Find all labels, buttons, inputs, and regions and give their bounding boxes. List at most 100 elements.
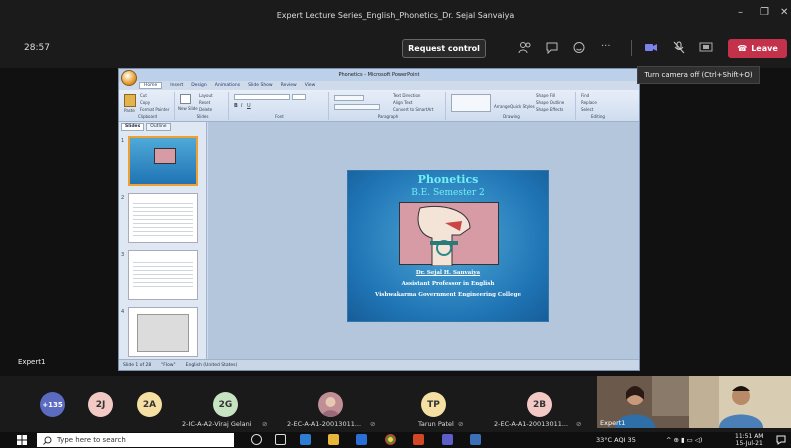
camera-icon[interactable] — [644, 42, 658, 53]
share-screen-icon[interactable] — [699, 42, 713, 53]
ribbon-group-slides: New Slide Layout Reset Delete Slides — [177, 92, 229, 120]
group-label-slides: Slides — [196, 114, 209, 119]
font-size-box[interactable] — [292, 94, 306, 100]
video-tile-participant[interactable] — [689, 376, 791, 428]
find-button[interactable]: Find — [581, 93, 589, 98]
system-tray-icons[interactable]: ^ ⊕ ▮ ▭ ◁) — [666, 436, 702, 444]
search-icon — [43, 436, 52, 445]
shape-effects-button[interactable]: Shape Effects — [536, 107, 563, 112]
more-participants-badge[interactable]: +135 — [40, 392, 65, 417]
ppt-tab-review[interactable]: Review — [281, 83, 297, 88]
current-slide[interactable]: Phonetics B.E. Semester 2 Dr. Sejal H. S… — [347, 170, 549, 322]
minimize-icon[interactable]: – — [738, 7, 743, 18]
participant-avatar[interactable]: 2G — [213, 392, 238, 417]
close-icon[interactable]: ✕ — [780, 7, 788, 18]
copy-button[interactable]: Copy — [140, 100, 150, 105]
new-slide-button[interactable]: New Slide — [178, 106, 198, 111]
leave-label: Leave — [751, 44, 778, 53]
cut-button[interactable]: Cut — [140, 93, 147, 98]
thumb-number: 4 — [121, 309, 125, 315]
slide-thumbnail-2[interactable] — [128, 193, 198, 243]
reactions-icon[interactable] — [572, 41, 586, 54]
notification-icon[interactable] — [776, 435, 786, 445]
ppt-tab-slide-show[interactable]: Slide Show — [248, 83, 273, 88]
layout-button[interactable]: Layout — [199, 93, 213, 98]
participant-name: Tarun Patel — [418, 420, 454, 428]
chat-icon[interactable] — [545, 41, 559, 54]
underline-icon[interactable]: U — [247, 103, 251, 109]
participant-avatar[interactable]: 2J — [88, 392, 113, 417]
format-painter-button[interactable]: Format Painter — [140, 107, 169, 112]
vocal-tract-image — [417, 206, 471, 267]
participant-photo-avatar[interactable] — [318, 392, 343, 417]
more-options-button[interactable]: ··· — [601, 41, 611, 52]
align-icon[interactable] — [334, 104, 380, 110]
select-button[interactable]: Select — [581, 107, 593, 112]
bold-icon[interactable]: B — [234, 103, 238, 109]
new-slide-icon[interactable] — [180, 94, 191, 104]
font-name-box[interactable] — [234, 94, 290, 100]
italic-icon[interactable]: I — [241, 103, 242, 109]
group-label-editing: Editing — [591, 114, 605, 119]
participant-avatar[interactable]: TP — [421, 392, 446, 417]
office-button-icon[interactable] — [121, 70, 137, 86]
reset-button[interactable]: Reset — [199, 100, 210, 105]
shape-fill-button[interactable]: Shape Fill — [536, 93, 555, 98]
bullets-icon[interactable] — [334, 95, 364, 101]
participant-avatar[interactable]: 2A — [137, 392, 162, 417]
paste-button[interactable]: Paste — [124, 108, 135, 113]
delete-button[interactable]: Delete — [199, 107, 212, 112]
shape-outline-button[interactable]: Shape Outline — [536, 100, 564, 105]
taskbar-clock[interactable]: 11:51 AM 15-Jul-21 — [735, 433, 763, 447]
participant-avatar[interactable]: 2B — [527, 392, 552, 417]
quick-styles-button[interactable]: Quick Styles — [510, 104, 535, 109]
slide-thumbnail-1[interactable] — [128, 136, 198, 186]
toolbar-divider — [631, 40, 632, 56]
windows-start-icon[interactable] — [17, 435, 27, 445]
mic-muted-icon[interactable] — [673, 41, 685, 54]
leave-button[interactable]: ☎ Leave — [728, 39, 787, 58]
mic-muted-icon: ⊘ — [458, 420, 464, 428]
arrange-button[interactable]: Arrange — [494, 104, 510, 109]
video-tile-expert[interactable]: Expert1 — [597, 376, 689, 428]
paste-icon[interactable] — [124, 94, 136, 107]
powerpoint-icon[interactable] — [413, 434, 424, 445]
group-label-drawing: Drawing — [503, 114, 520, 119]
convert-smartart-button[interactable]: Convert to SmartArt — [393, 107, 433, 112]
teams-icon[interactable] — [442, 434, 453, 445]
ribbon-group-drawing: Arrange Quick Styles Shape Fill Shape Ou… — [448, 92, 576, 120]
edge-icon[interactable] — [300, 434, 311, 445]
participants-icon[interactable] — [518, 41, 532, 54]
file-explorer-icon[interactable] — [328, 434, 339, 445]
group-label-paragraph: Paragraph — [377, 114, 399, 119]
tab-outline[interactable]: Outline — [146, 123, 171, 131]
chrome-icon[interactable] — [385, 434, 396, 445]
app-icon[interactable] — [470, 434, 481, 445]
ppt-tab-view[interactable]: View — [305, 83, 316, 88]
request-control-button[interactable]: Request control — [402, 39, 486, 58]
ppt-tab-insert[interactable]: Insert — [170, 83, 183, 88]
text-direction-button[interactable]: Text Direction — [393, 93, 420, 98]
shapes-gallery-icon[interactable] — [451, 94, 491, 112]
ppt-tab-design[interactable]: Design — [191, 83, 207, 88]
align-text-button[interactable]: Align Text — [393, 100, 412, 105]
ppt-tab-animations[interactable]: Animations — [215, 83, 240, 88]
theme-name: "Flow" — [161, 363, 176, 368]
mail-icon[interactable] — [356, 434, 367, 445]
slide-thumbnail-4[interactable] — [128, 307, 198, 357]
participant-name: 2-IC-A-A2-Viraj Gelani — [182, 420, 252, 428]
taskbar-search-box[interactable]: Type here to search — [37, 433, 234, 447]
teams-window: Expert Lecture Series_English_Phonetics_… — [0, 0, 791, 448]
ppt-tab-home[interactable]: Home — [139, 82, 163, 89]
tab-slides[interactable]: Slides — [121, 123, 145, 131]
participant-name: 2-EC-A-A1-20013011... — [287, 420, 362, 428]
slide-thumbnail-3[interactable] — [128, 250, 198, 300]
cortana-icon[interactable] — [251, 434, 262, 445]
thumb-number: 3 — [121, 252, 125, 258]
replace-button[interactable]: Replace — [581, 100, 597, 105]
task-view-icon[interactable] — [275, 434, 286, 445]
ribbon-group-font: B I U Font — [231, 92, 329, 120]
maximize-icon[interactable]: ❐ — [760, 7, 769, 18]
video-tile-label: Expert1 — [600, 419, 626, 427]
weather-indicator[interactable]: 33°C AQI 35 — [596, 436, 636, 444]
